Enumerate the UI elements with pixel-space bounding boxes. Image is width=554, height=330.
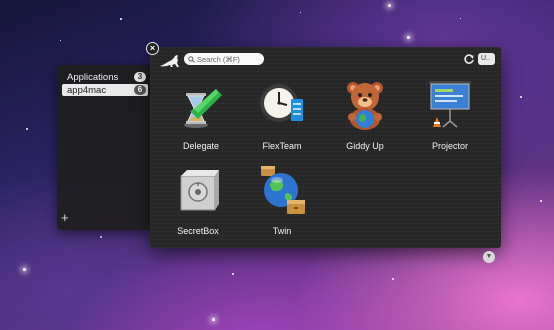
app-label: SecretBox <box>177 226 219 236</box>
delegate-icon <box>184 89 222 128</box>
refresh-icon[interactable] <box>463 53 475 65</box>
sidebar: Applications 3 app4mac 6 + <box>57 65 153 230</box>
sidebar-item-label: Applications <box>67 71 119 83</box>
app-flexteam[interactable]: FlexTeam <box>242 79 322 151</box>
star <box>460 18 461 19</box>
launcher-panel: Search (⌘F) U.. Delegate FlexTeam Giddy … <box>150 47 501 248</box>
star <box>26 128 28 130</box>
add-group-button[interactable]: + <box>61 211 69 224</box>
sidebar-item-label: app4mac <box>67 84 107 96</box>
star <box>540 200 542 202</box>
star <box>520 96 522 98</box>
count-badge: 3 <box>134 72 146 82</box>
collapse-button[interactable]: ▼ <box>483 251 495 263</box>
app-giddy-up[interactable]: Giddy Up <box>325 79 405 151</box>
app-twin[interactable]: Twin <box>242 164 322 236</box>
projector-icon <box>429 81 471 128</box>
star <box>100 236 102 238</box>
star <box>392 278 394 280</box>
app-label: Projector <box>431 141 468 151</box>
search-input[interactable]: Search (⌘F) <box>184 53 264 65</box>
app-label: Giddy Up <box>346 141 384 151</box>
star <box>232 273 234 275</box>
star <box>388 4 391 7</box>
app-label: Delegate <box>182 141 220 151</box>
star <box>60 40 61 41</box>
sidebar-item-app4mac[interactable]: app4mac 6 <box>62 84 148 96</box>
star <box>300 12 301 13</box>
star <box>212 318 215 321</box>
kangaroo-logo-icon <box>160 55 179 67</box>
star <box>120 18 122 20</box>
star <box>23 268 26 271</box>
sidebar-item-applications[interactable]: Applications 3 <box>62 71 148 83</box>
app-label: Twin <box>272 226 292 236</box>
close-button[interactable]: × <box>146 42 159 55</box>
close-icon: × <box>149 43 156 53</box>
app-projector[interactable]: Projector <box>410 79 490 151</box>
search-icon <box>188 55 195 63</box>
giddy-up-icon <box>347 82 383 130</box>
app-label: FlexTeam <box>262 141 302 151</box>
star <box>407 36 410 39</box>
count-badge: 6 <box>134 85 146 95</box>
flexteam-icon <box>260 84 303 122</box>
twin-icon <box>261 166 305 214</box>
sort-select[interactable]: U.. <box>478 53 495 65</box>
app-delegate[interactable]: Delegate <box>161 79 241 151</box>
chevron-down-icon: ▼ <box>485 253 493 260</box>
search-placeholder: Search (⌘F) <box>197 54 240 64</box>
secretbox-icon <box>180 170 219 211</box>
app-secretbox[interactable]: SecretBox <box>158 164 238 236</box>
